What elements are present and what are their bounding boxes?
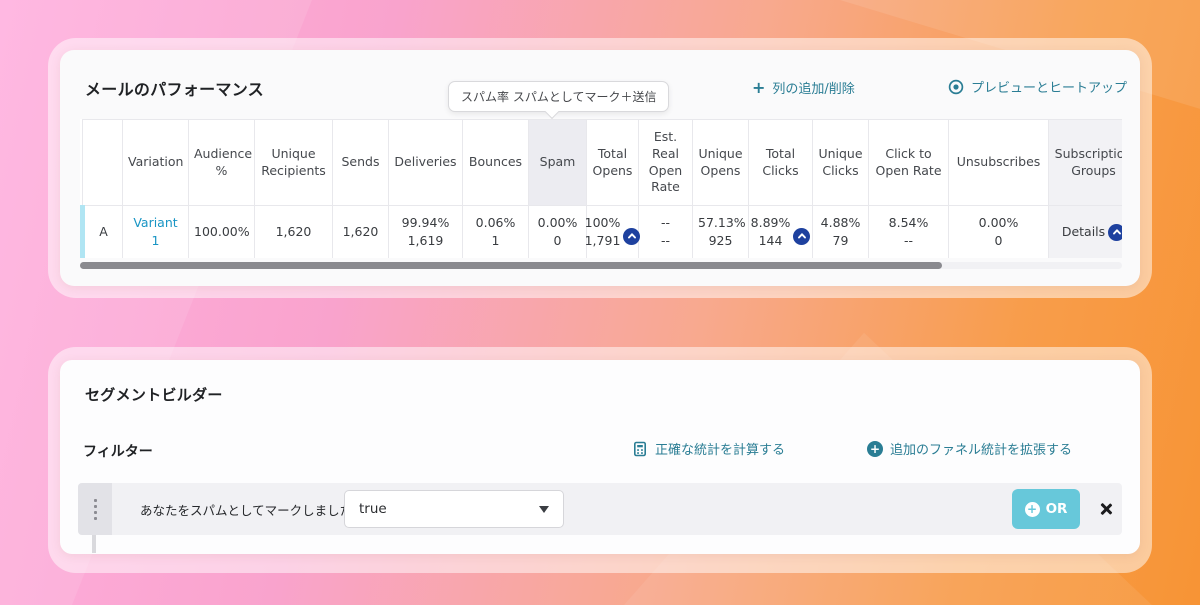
unique-opens-pct: 57.13% [698,214,743,232]
unsubscribes-cell: 0.00% 0 [949,206,1049,259]
audience-pct-cell: 100.00% [189,206,255,259]
filter-connector-line [92,535,96,553]
unique-opens-count: 925 [698,232,743,250]
column-header-click-to-open-rate[interactable]: Click to Open Rate [869,120,949,206]
plus-icon: + [752,80,765,96]
unique-opens-cell: 57.13% 925 [693,206,749,259]
deliveries-count: 1,619 [394,232,457,250]
total-opens-count: 1,791 [585,232,621,250]
add-remove-columns-label: 列の追加/削除 [772,78,854,97]
subscription-groups-cell: Details [1049,206,1123,259]
chevron-up-badge-icon[interactable] [793,228,810,245]
remove-filter-close-icon[interactable] [1096,499,1116,519]
calculator-icon [632,441,648,457]
unique-clicks-pct: 4.88% [818,214,863,232]
deliveries-pct: 99.94% [394,214,457,232]
variant-link[interactable]: Variant 1 [133,215,177,248]
deliveries-cell: 99.94% 1,619 [389,206,463,259]
expand-funnel-stats-label: 追加のファネル統計を拡張する [890,439,1072,458]
drag-dot [94,505,97,508]
compute-exact-stats-label: 正確な統計を計算する [655,439,785,458]
variant-marker-cell: A [83,206,123,259]
spam-cell: 0.00% 0 [529,206,587,259]
compute-exact-stats-link[interactable]: 正確な統計を計算する [632,439,785,458]
bounces-cell: 0.06% 1 [463,206,529,259]
est-real-open-rate-line1: -- [644,214,687,232]
table-header-row: Variation Audience % Unique Recipients S… [83,120,1123,206]
unique-clicks-cell: 4.88% 79 [813,206,869,259]
column-header-variation[interactable]: Variation [123,120,189,206]
horizontal-scrollbar-track[interactable] [80,262,1122,269]
filter-row: あなたをスパムとしてマークしました true + OR [78,483,1122,535]
total-clicks-pct: 8.89% [751,214,791,232]
performance-card-title: メールのパフォーマンス [85,76,264,100]
drag-dot [94,517,97,520]
dropdown-selected-value: true [359,501,539,517]
filter-condition-label: あなたをスパムとしてマークしました [140,500,352,519]
bounces-count: 1 [468,232,523,250]
column-header-total-opens[interactable]: Total Opens [587,120,639,206]
total-clicks-count: 144 [751,232,791,250]
unsubscribes-count: 0 [954,232,1043,250]
table-corner-cell [83,120,123,206]
column-header-total-clicks[interactable]: Total Clicks [749,120,813,206]
unique-clicks-count: 79 [818,232,863,250]
sends-cell: 1,620 [333,206,389,259]
chevron-down-icon [539,506,549,513]
plus-circle-icon: + [1025,502,1040,517]
spam-count: 0 [534,232,581,250]
preview-heatmap-link[interactable]: プレビューとヒートアップ [948,77,1127,96]
column-header-sends[interactable]: Sends [333,120,389,206]
page-background: { "email_performance": { "title": "メールのパ… [0,0,1200,605]
spam-column-tooltip: スパム率 スパムとしてマーク＋送信 [448,81,669,112]
eye-icon [948,79,964,95]
column-header-audience-pct[interactable]: Audience % [189,120,255,206]
total-opens-pct: 100% [585,214,621,232]
horizontal-scrollbar-thumb[interactable] [80,262,942,269]
column-header-unique-opens[interactable]: Unique Opens [693,120,749,206]
segment-card-title: セグメントビルダー [85,384,223,405]
column-header-bounces[interactable]: Bounces [463,120,529,206]
click-to-open-rate-cell: 8.54% -- [869,206,949,259]
column-header-deliveries[interactable]: Deliveries [389,120,463,206]
click-to-open-sub: -- [874,232,943,250]
est-real-open-rate-cell: -- -- [639,206,693,259]
total-opens-cell: 100% 1,791 [587,206,639,259]
click-to-open-pct: 8.54% [874,214,943,232]
column-header-unique-recipients[interactable]: Unique Recipients [255,120,333,206]
expand-funnel-stats-link[interactable]: + 追加のファネル統計を拡張する [867,439,1072,458]
unique-recipients-cell: 1,620 [255,206,333,259]
column-header-spam[interactable]: Spam [529,120,587,206]
est-real-open-rate-line2: -- [644,232,687,250]
preview-heatmap-label: プレビューとヒートアップ [971,77,1127,96]
performance-table: Variation Audience % Unique Recipients S… [80,119,1122,258]
spam-pct: 0.00% [534,214,581,232]
total-clicks-cell: 8.89% 144 [749,206,813,259]
drag-handle[interactable] [78,483,112,535]
plus-circle-icon: + [867,441,883,457]
or-button-label: OR [1046,501,1068,517]
drag-dot [94,511,97,514]
details-link[interactable]: Details [1062,223,1105,241]
variation-cell: Variant 1 [123,206,189,259]
column-header-subscription-groups[interactable]: Subscription Groups [1049,120,1123,206]
bounces-pct: 0.06% [468,214,523,232]
add-or-condition-button[interactable]: + OR [1012,489,1080,529]
table-row: A Variant 1 100.00% 1,620 1,620 99.94% 1… [83,206,1123,259]
unsubscribes-pct: 0.00% [954,214,1043,232]
column-header-unique-clicks[interactable]: Unique Clicks [813,120,869,206]
filter-value-dropdown[interactable]: true [344,490,564,528]
chevron-up-badge-icon[interactable] [1108,224,1122,241]
column-header-est-real-open-rate[interactable]: Est. Real Open Rate [639,120,693,206]
performance-table-wrap: Variation Audience % Unique Recipients S… [80,119,1122,258]
chevron-up-badge-icon[interactable] [623,228,640,245]
filters-heading: フィルター [83,441,153,461]
spam-tooltip-text: スパム率 スパムとしてマーク＋送信 [461,90,656,104]
column-header-unsubscribes[interactable]: Unsubscribes [949,120,1049,206]
add-remove-columns-link[interactable]: + 列の追加/削除 [752,78,855,97]
drag-dot [94,499,97,502]
